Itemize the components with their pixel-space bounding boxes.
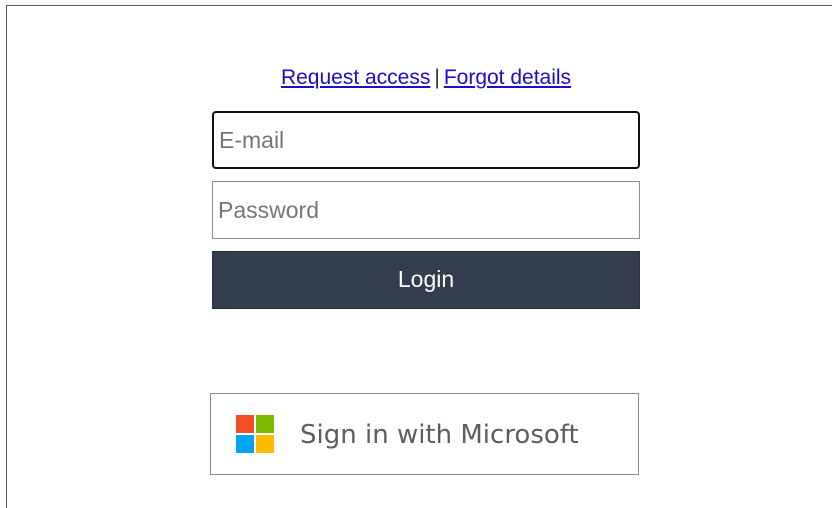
login-button[interactable]: Login	[212, 251, 640, 309]
microsoft-logo-yellow-square	[256, 435, 274, 453]
microsoft-logo-blue-square	[236, 435, 254, 453]
email-input[interactable]	[212, 111, 640, 169]
microsoft-sign-in-label: Sign in with Microsoft	[300, 420, 579, 450]
account-links: Request access | Forgot details	[212, 65, 640, 91]
microsoft-logo-green-square	[256, 415, 274, 433]
microsoft-logo-icon	[236, 415, 274, 453]
microsoft-logo-red-square	[236, 415, 254, 433]
sign-in-with-microsoft-button[interactable]: Sign in with Microsoft	[210, 393, 639, 475]
request-access-link[interactable]: Request access	[281, 66, 430, 89]
password-input[interactable]	[212, 181, 640, 239]
link-separator: |	[434, 66, 440, 89]
forgot-details-link[interactable]: Forgot details	[444, 66, 571, 89]
